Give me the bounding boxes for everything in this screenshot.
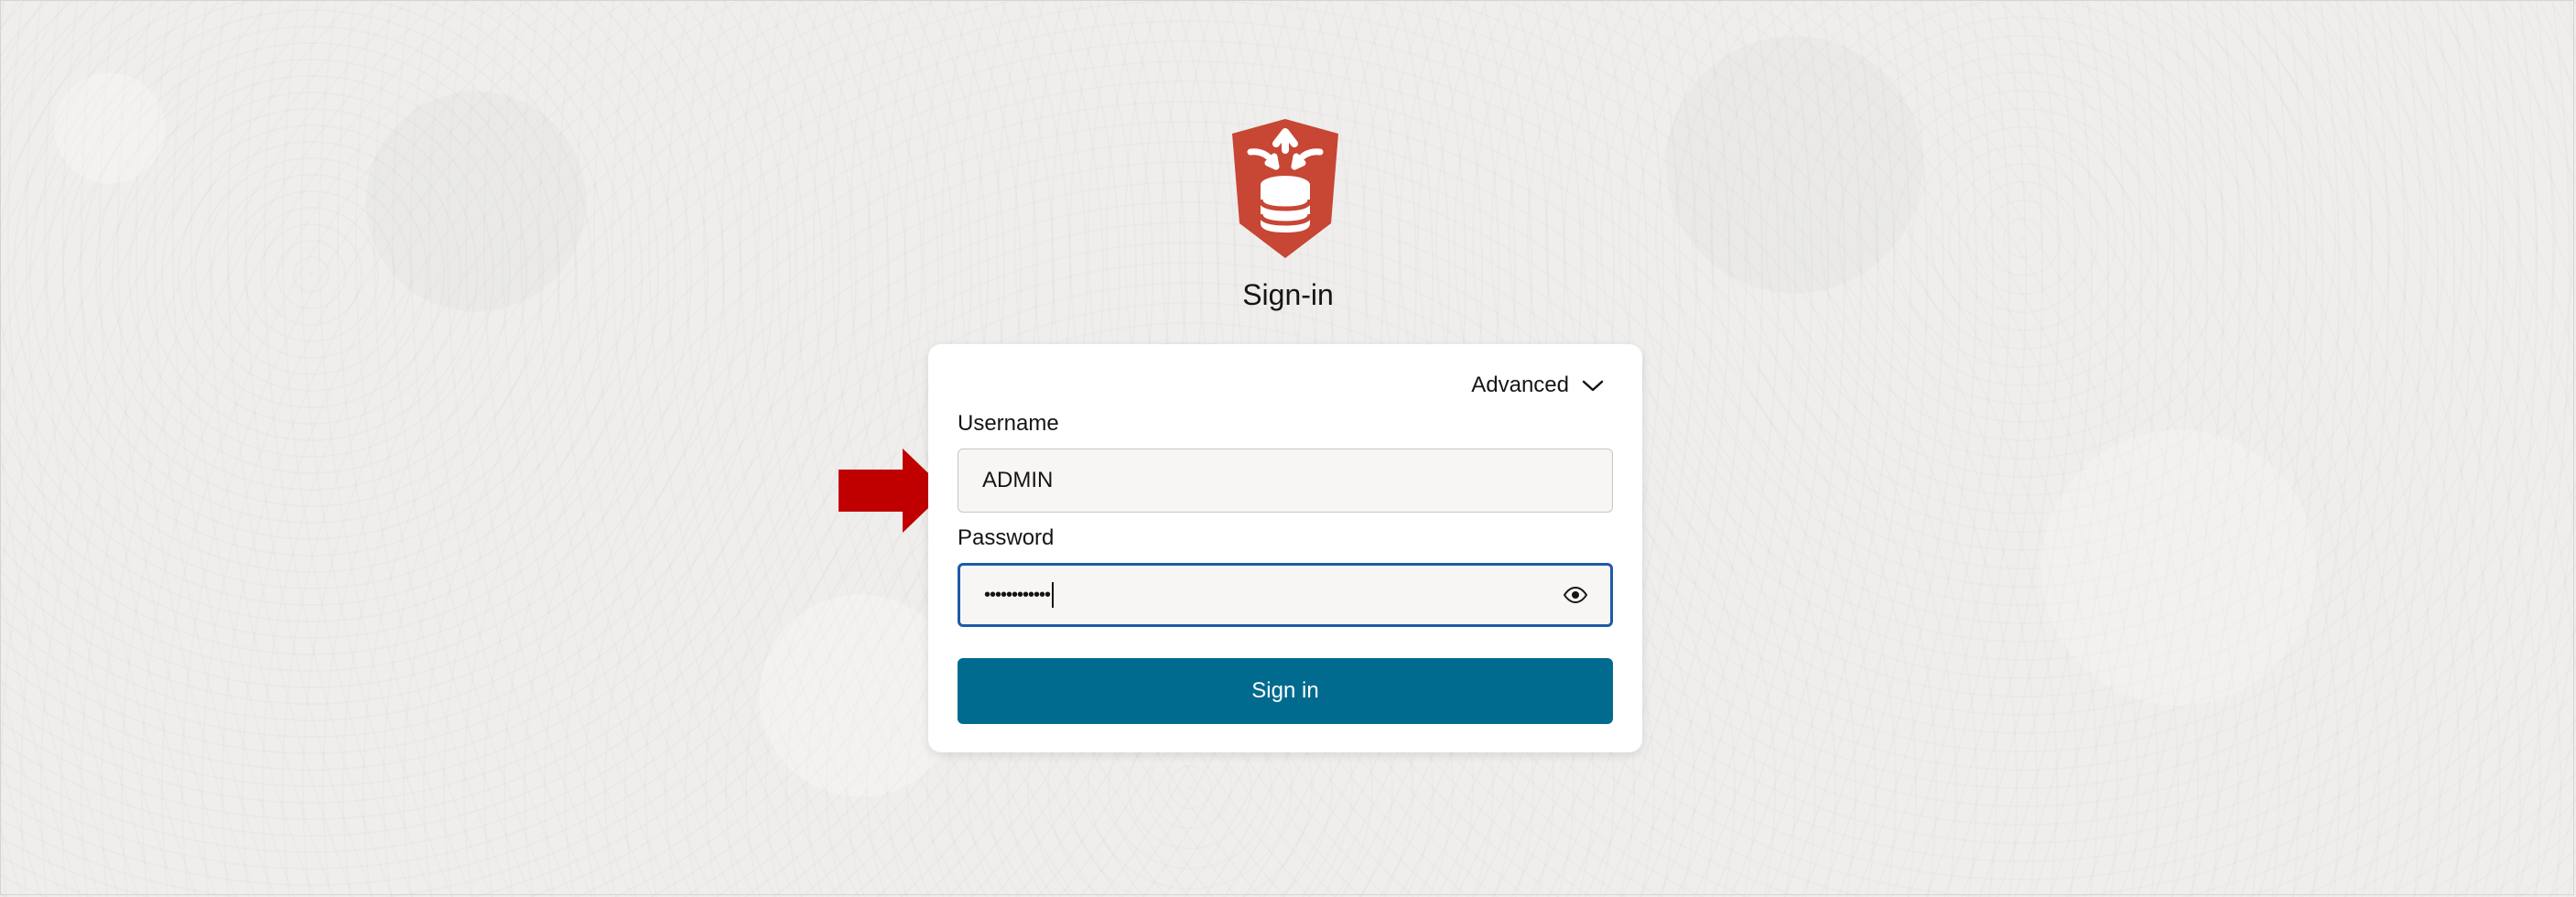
chevron-down-icon xyxy=(1582,378,1604,393)
login-card: Advanced Username ADMIN Password •••••••… xyxy=(928,344,1642,752)
username-field[interactable]: ADMIN xyxy=(958,448,1613,513)
page-title: Sign-in xyxy=(1242,278,1334,311)
sign-in-button[interactable]: Sign in xyxy=(958,658,1613,724)
username-label: Username xyxy=(958,411,1059,436)
password-value: •••••••••••• xyxy=(984,584,1051,605)
advanced-label: Advanced xyxy=(1471,373,1569,397)
text-caret xyxy=(1052,582,1055,608)
password-label: Password xyxy=(958,525,1055,550)
database-logo xyxy=(1223,115,1348,262)
password-field[interactable]: •••••••••••• xyxy=(958,563,1613,627)
eye-icon[interactable] xyxy=(1563,586,1588,604)
username-value: ADMIN xyxy=(982,468,1054,492)
advanced-toggle[interactable]: Advanced xyxy=(1471,372,1604,399)
